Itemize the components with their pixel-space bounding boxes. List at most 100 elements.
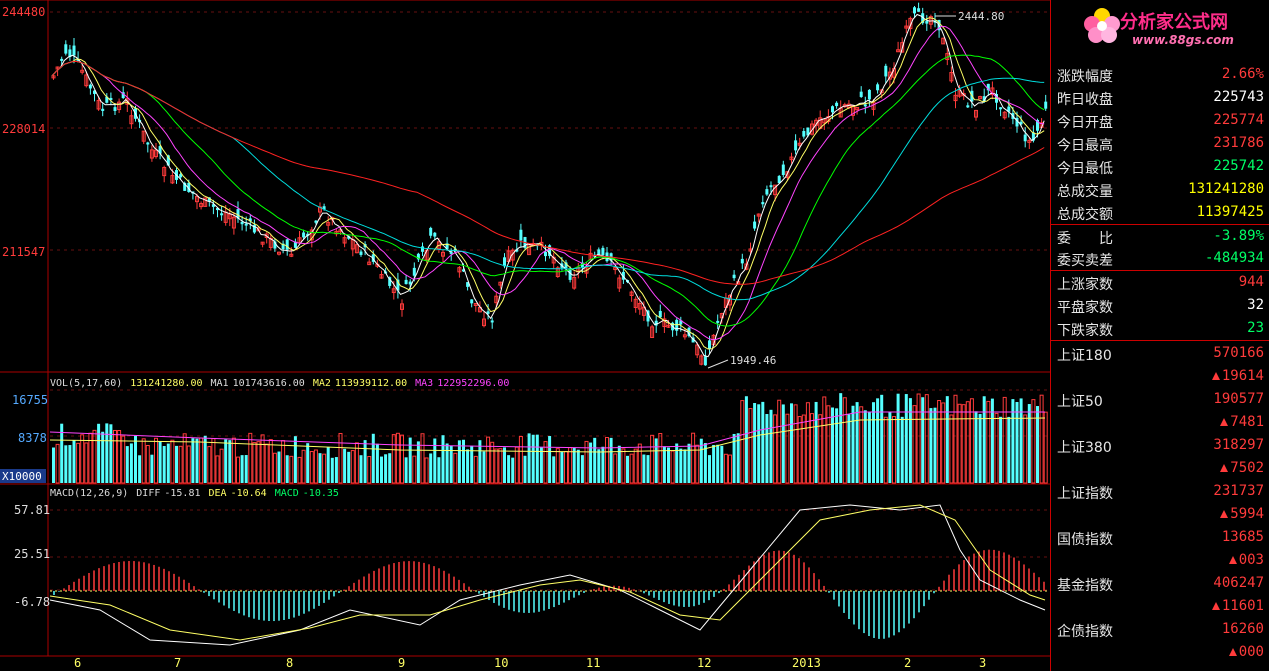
volume-bar-up: [453, 452, 458, 484]
volume-bar-down: [445, 443, 449, 483]
breadth-row-down: 下跌家数 23: [1057, 320, 1264, 339]
volume-bar-down: [999, 416, 1003, 483]
quote-row-prev-close: 昨日收盘 225743: [1057, 89, 1264, 108]
volume-bar-up: [965, 401, 970, 484]
volume-bar-up: [219, 448, 224, 484]
chart-area[interactable]: 244480 228014 211547 2444.80 1949.46 VOL…: [0, 0, 1050, 671]
volume-bar-down: [535, 434, 539, 483]
candle-down: [835, 102, 839, 107]
volume-bar-down: [642, 454, 646, 483]
volume-bar-up: [941, 402, 946, 484]
candle-down: [966, 105, 970, 108]
up-arrow-icon: [1220, 510, 1229, 518]
candle-down: [429, 227, 433, 236]
volume-bar-up: [141, 438, 146, 484]
index-change-row: 7502: [1051, 457, 1269, 480]
volume-bar-up: [322, 453, 327, 484]
candle-down: [72, 45, 76, 56]
volume-bar-down: [380, 456, 383, 483]
index-name: 上证指数: [1057, 486, 1113, 502]
candle-down: [658, 310, 662, 318]
candle-down: [716, 320, 720, 323]
volume-bar-down: [646, 455, 650, 483]
volume-bar-up: [309, 451, 314, 484]
index-row[interactable]: 上证50 190577: [1051, 388, 1269, 411]
index-row[interactable]: 企债指数 16260: [1051, 618, 1269, 641]
volume-bar-down: [129, 443, 133, 483]
volume-bar-down: [224, 439, 228, 483]
volume-bar-down: [64, 445, 68, 483]
candle-down: [794, 140, 798, 151]
candle-down: [761, 202, 765, 205]
volume-bar-down: [531, 434, 535, 483]
vol-axis-unit: X10000: [2, 470, 42, 483]
up-arrow-icon: [1211, 602, 1220, 610]
volume-bar-down: [753, 403, 757, 483]
volume-bar-up: [555, 448, 560, 484]
volume-bar-up: [182, 433, 187, 484]
index-value: 570166: [1213, 345, 1264, 361]
volume-bar-up: [1002, 396, 1007, 484]
volume-bar-down: [511, 457, 515, 483]
index-row[interactable]: 基金指数 406247: [1051, 572, 1269, 595]
volume-bar-down: [982, 396, 986, 483]
volume-bar-up: [256, 441, 261, 484]
volume-bar-down: [138, 455, 142, 483]
volume-bar-up: [367, 456, 372, 484]
candle-down: [884, 65, 888, 77]
candle-down: [421, 246, 424, 252]
volume-bar-down: [1007, 416, 1011, 483]
volume-bar-down: [896, 393, 900, 483]
macd-dea-line: [49, 504, 1046, 641]
candle-down: [859, 91, 863, 97]
volume-bar-down: [244, 455, 248, 483]
volume-bar-up: [916, 393, 921, 484]
volume-bar-down: [593, 437, 597, 483]
volume-bar-down: [765, 414, 769, 483]
volume-bar-up: [236, 456, 240, 484]
candle-down: [913, 7, 916, 14]
index-change-row: 7481: [1051, 411, 1269, 434]
volume-bar-down: [667, 447, 670, 483]
svg-text:MACD(12,26,9)DIFF-15.81DEA-10.: MACD(12,26,9) DIFF -15.81 DEA -10.64 MACD -10.…: [50, 488, 339, 499]
volume-bar-up: [80, 434, 85, 484]
volume-bar-up: [793, 404, 798, 484]
candle-down: [740, 258, 744, 264]
volume-bar-down: [318, 453, 322, 483]
candle-down: [1044, 101, 1048, 109]
volume-bar-up: [498, 448, 503, 484]
candle-down: [753, 221, 757, 229]
candle-down: [802, 131, 806, 137]
index-row[interactable]: 上证180 570166: [1051, 342, 1269, 365]
volume-header: VOL(5,17,60) 131241280.00 MA1 101743616.00 M…: [50, 378, 509, 389]
index-row[interactable]: 上证指数 231737: [1051, 480, 1269, 503]
index-row[interactable]: 上证380 318297: [1051, 434, 1269, 457]
volume-bar-up: [420, 433, 425, 484]
low-annotation: 1949.46: [730, 354, 776, 367]
candle-down: [449, 251, 453, 254]
order-row-ratio: 委 比 -3.89%: [1057, 228, 1264, 247]
up-arrow-icon: [1228, 556, 1237, 564]
volume-bar-down: [978, 413, 982, 483]
time-label-jun: 6: [74, 656, 81, 670]
volume-bar-up: [473, 455, 478, 484]
volume-bar-up: [92, 429, 97, 484]
macd-lines: [49, 504, 1050, 646]
volume-bar-up: [412, 455, 417, 484]
volume-bar-down: [195, 438, 199, 483]
volume-bar-down: [662, 446, 666, 483]
breadth-row-flat: 平盘家数 32: [1057, 297, 1264, 316]
volume-bar-down: [880, 394, 884, 483]
moving-average-line: [51, 13, 1045, 358]
volume-bar-up: [810, 413, 814, 484]
index-row[interactable]: 国债指数 13685: [1051, 526, 1269, 549]
volume-bar-up: [605, 437, 609, 484]
volume-bar-down: [359, 455, 363, 483]
volume-bar-down: [240, 455, 244, 483]
quote-row-open: 今日开盘 225774: [1057, 112, 1264, 131]
volume-bar-down: [203, 435, 207, 483]
candle-down: [925, 20, 929, 24]
volume-bar-up: [818, 414, 823, 484]
volume-bar-up: [268, 439, 273, 484]
volume-bar-up: [670, 450, 675, 484]
